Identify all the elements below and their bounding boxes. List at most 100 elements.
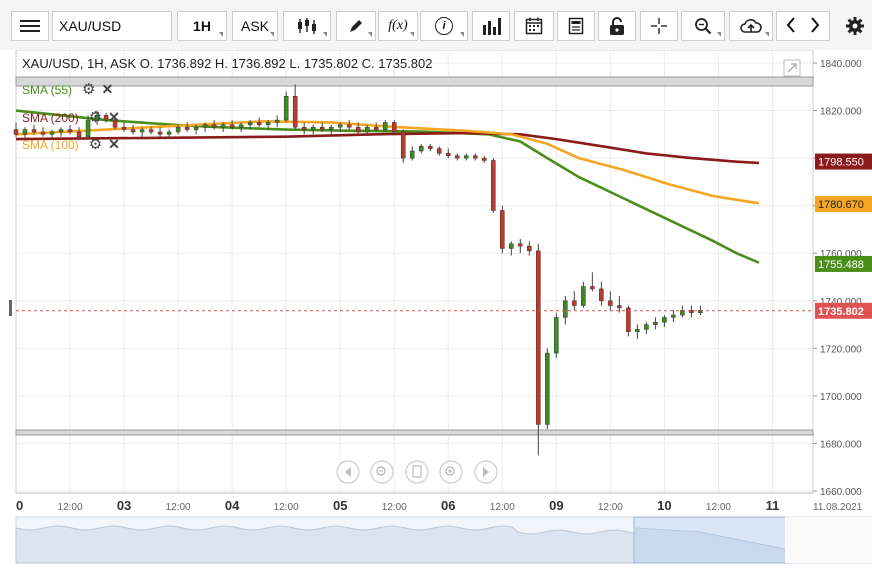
candle-body	[292, 96, 298, 128]
candle-body	[608, 300, 613, 306]
chart-info-header: XAU/USD, 1H, ASK O. 1736.892 H. 1736.892…	[22, 56, 433, 71]
x-tick-label: 03	[117, 498, 131, 513]
candle-body	[500, 210, 505, 249]
left-drag-handle[interactable]	[9, 300, 12, 316]
reset-zoom-icon[interactable]	[405, 460, 429, 484]
y-tick-label: 1660.000	[820, 487, 862, 498]
candle-body	[211, 124, 217, 128]
drawing-tools-button[interactable]	[336, 11, 376, 41]
y-tick-label: 1680.000	[820, 439, 862, 450]
support-line[interactable]	[15, 429, 814, 436]
pencil-icon	[350, 20, 362, 32]
candle-body	[58, 129, 64, 133]
symbol-selector[interactable]: XAU/USD	[52, 11, 172, 41]
candle-body	[572, 300, 577, 306]
candle-body	[166, 131, 172, 135]
price-label: 1798.550	[818, 157, 864, 169]
candle-body	[581, 286, 586, 306]
candle-body	[301, 126, 307, 130]
x-tick-label: 06	[441, 498, 455, 513]
x-tick-label: 12:00	[598, 502, 623, 513]
x-tick-label: 12:00	[166, 502, 191, 513]
indicator-row[interactable]: SMA (55) ⚙ ✕	[22, 80, 113, 98]
gear-icon[interactable]: ⚙	[82, 81, 95, 98]
close-icon[interactable]: ✕	[101, 81, 113, 97]
candle-body	[67, 129, 73, 133]
x-tick-label: 10	[657, 498, 671, 513]
candle-body	[373, 126, 379, 130]
candle-body	[22, 129, 28, 135]
candle-body	[40, 131, 46, 135]
candle-body	[238, 124, 244, 128]
price-side-selector[interactable]: ASK	[232, 11, 278, 41]
gear-icon[interactable]: ⚙	[89, 136, 102, 153]
price-label: 1755.488	[818, 259, 864, 271]
candle-body	[364, 126, 370, 133]
chevron-right-icon[interactable]	[803, 16, 827, 36]
candle-body	[473, 155, 478, 159]
settings-button[interactable]	[840, 11, 870, 41]
price-side-label: ASK	[240, 18, 269, 34]
candle-body	[590, 286, 595, 290]
y-tick-label: 1720.000	[820, 344, 862, 355]
candle-body	[527, 245, 532, 252]
candle-body	[157, 131, 163, 135]
crosshair-button[interactable]	[640, 11, 678, 41]
y-tick-label: 1820.000	[820, 107, 862, 118]
lock-button[interactable]	[598, 11, 636, 41]
candle-body	[419, 145, 424, 152]
candle-body	[662, 317, 667, 323]
menu-button[interactable]	[11, 11, 49, 41]
candle-body	[148, 129, 154, 133]
candle-body	[599, 288, 604, 302]
plot-area	[15, 50, 814, 494]
cloud-upload-icon	[740, 19, 762, 33]
price-chart[interactable]: 1840.0001820.0001800.0001780.0001760.000…	[0, 50, 872, 569]
x-tick-label: 12:00	[382, 502, 407, 513]
calendar-button[interactable]	[514, 11, 554, 41]
zoom-out-icon[interactable]	[370, 460, 394, 484]
candle-body	[391, 122, 397, 133]
candle-body	[491, 160, 496, 211]
candle-body	[202, 124, 208, 128]
bar-chart-icon	[483, 18, 501, 35]
fx-icon: f(x)	[388, 18, 408, 33]
volume-button[interactable]	[472, 11, 510, 41]
info-button[interactable]: i	[420, 11, 468, 41]
indicator-row[interactable]: SMA (200) ⚙ ✕	[22, 108, 120, 126]
candle-body	[644, 324, 649, 330]
zoom-in-icon[interactable]	[439, 460, 463, 484]
chevron-left-icon[interactable]	[779, 16, 803, 36]
resistance-line[interactable]	[15, 76, 814, 87]
candle-body	[400, 131, 406, 159]
save-cloud-button[interactable]	[729, 11, 773, 41]
timeframe-selector[interactable]: 1H	[177, 11, 227, 41]
navigator-right-pad	[785, 517, 872, 563]
zoom-button[interactable]	[681, 11, 725, 41]
navigator-window[interactable]	[633, 516, 787, 564]
candle-body	[545, 352, 550, 425]
candle-body	[49, 131, 55, 135]
chart-type-button[interactable]	[283, 11, 331, 41]
gear-icon[interactable]: ⚙	[89, 109, 102, 126]
candle-body	[563, 300, 568, 318]
candle-body	[653, 321, 658, 325]
candle-body	[464, 155, 469, 159]
close-icon[interactable]: ✕	[108, 136, 120, 152]
gear-icon	[846, 17, 864, 35]
hamburger-icon	[20, 17, 40, 35]
candle-body	[130, 129, 136, 133]
candle-body	[437, 148, 442, 154]
candle-body	[121, 126, 127, 130]
candle-body	[671, 314, 676, 318]
candle-body	[256, 122, 262, 126]
indicator-label: SMA (200)	[22, 111, 79, 125]
close-icon[interactable]: ✕	[108, 109, 120, 125]
indicator-row[interactable]: SMA (100) ⚙ ✕	[22, 135, 120, 153]
candle-body	[274, 119, 280, 123]
indicators-button[interactable]: f(x)	[378, 11, 418, 41]
template-button[interactable]	[557, 11, 595, 41]
price-label: 1735.802	[818, 306, 864, 318]
y-tick-label: 1840.000	[820, 59, 862, 70]
x-tick-label: 11	[766, 498, 780, 513]
